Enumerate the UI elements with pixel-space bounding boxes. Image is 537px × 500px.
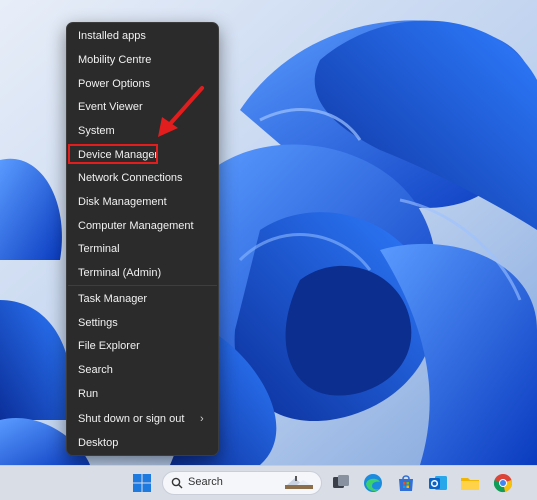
- outlook-icon[interactable]: [427, 472, 449, 494]
- chrome-icon[interactable]: [492, 472, 514, 494]
- menu-item-task-manager[interactable]: Task Manager: [78, 289, 210, 309]
- winx-context-menu: Installed apps Mobility Centre Power Opt…: [66, 22, 219, 456]
- chevron-right-icon: ›: [200, 413, 204, 425]
- taskbar: Search: [0, 465, 537, 500]
- search-highlight-icon: [285, 476, 313, 489]
- menu-item-shut-down[interactable]: Shut down or sign out: [78, 409, 210, 429]
- menu-item-desktop[interactable]: Desktop: [78, 433, 210, 453]
- menu-item-system[interactable]: System: [78, 121, 210, 141]
- device-manager-highlight-box: [68, 144, 158, 164]
- menu-item-settings[interactable]: Settings: [78, 313, 210, 333]
- menu-item-file-explorer[interactable]: File Explorer: [78, 336, 210, 356]
- menu-item-terminal-admin[interactable]: Terminal (Admin): [78, 263, 210, 283]
- file-explorer-icon[interactable]: [459, 472, 481, 494]
- menu-item-event-viewer[interactable]: Event Viewer: [78, 97, 210, 117]
- menu-item-installed-apps[interactable]: Installed apps: [78, 26, 210, 46]
- windows-start-icon[interactable]: [131, 472, 153, 494]
- menu-item-network-connections[interactable]: Network Connections: [78, 168, 210, 188]
- taskbar-search-box[interactable]: Search: [162, 471, 322, 495]
- search-placeholder: Search: [188, 476, 223, 488]
- menu-item-power-options[interactable]: Power Options: [78, 74, 210, 94]
- task-view-icon[interactable]: [330, 472, 352, 494]
- search-icon: [171, 477, 183, 489]
- store-icon[interactable]: [395, 472, 417, 494]
- edge-icon[interactable]: [362, 472, 384, 494]
- menu-item-computer-management[interactable]: Computer Management: [78, 216, 210, 236]
- menu-item-mobility-centre[interactable]: Mobility Centre: [78, 50, 210, 70]
- menu-item-run[interactable]: Run: [78, 384, 210, 404]
- menu-item-disk-management[interactable]: Disk Management: [78, 192, 210, 212]
- menu-separator: [68, 285, 217, 286]
- menu-item-terminal[interactable]: Terminal: [78, 239, 210, 259]
- menu-item-search[interactable]: Search: [78, 360, 210, 380]
